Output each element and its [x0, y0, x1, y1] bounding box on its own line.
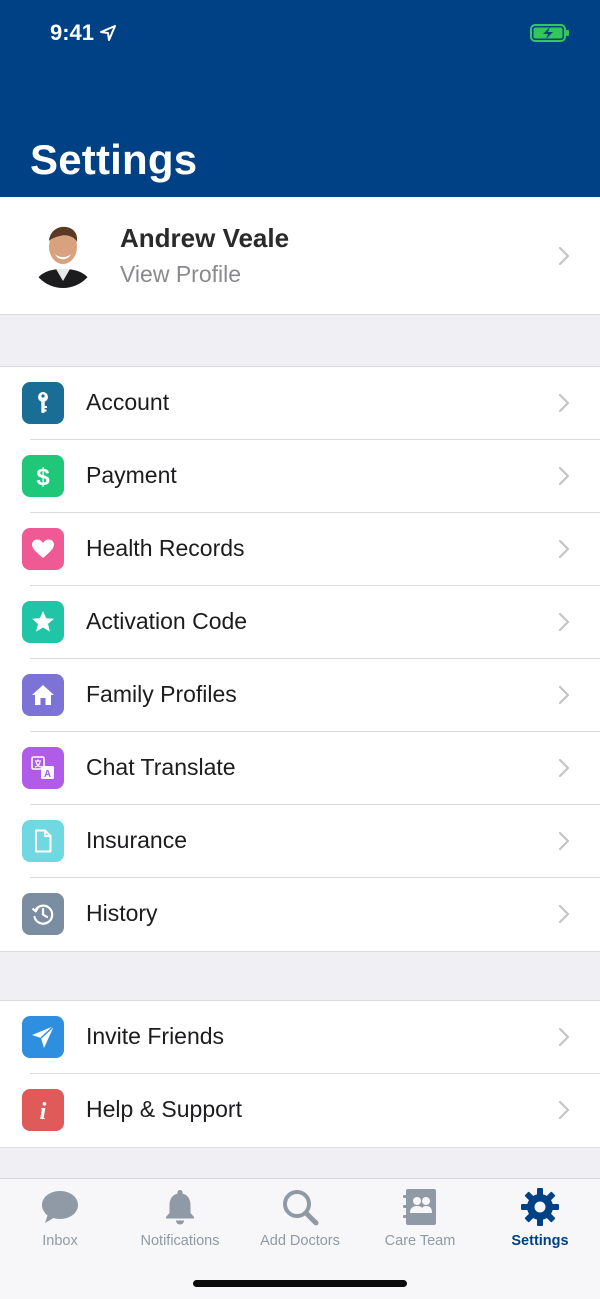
tab-settings[interactable]: Settings: [480, 1179, 600, 1259]
svg-text:A: A: [44, 769, 51, 780]
avatar: [30, 222, 96, 288]
star-icon: [22, 601, 64, 643]
tab-label: Care Team: [384, 1233, 456, 1249]
menu-item-chat-translate[interactable]: A Chat Translate: [0, 732, 600, 805]
chevron-right-icon: [558, 758, 570, 778]
svg-text:i: i: [40, 1099, 47, 1123]
home-indicator: [193, 1280, 407, 1287]
tab-label: Add Doctors: [260, 1233, 340, 1249]
tab-add-doctors[interactable]: Add Doctors: [240, 1179, 360, 1259]
profile-row[interactable]: Andrew Veale View Profile: [0, 197, 600, 315]
menu-item-label: Insurance: [86, 827, 188, 853]
menu-item-label: Payment: [86, 462, 177, 488]
chevron-right-icon: [558, 539, 570, 559]
menu-item-label: Health Records: [86, 535, 245, 561]
menu-item-invite-friends[interactable]: Invite Friends: [0, 1001, 600, 1074]
menu-item-help-support[interactable]: i Help & Support: [0, 1074, 600, 1147]
chevron-right-icon: [558, 393, 570, 413]
battery-charging-icon: [530, 24, 569, 42]
menu-item-label: Family Profiles: [86, 681, 237, 707]
menu-item-label: Chat Translate: [86, 754, 236, 780]
menu-item-label: Account: [86, 389, 170, 415]
menu-item-label: Activation Code: [86, 608, 248, 634]
chevron-right-icon: [558, 1027, 570, 1047]
dollar-icon: $: [22, 455, 64, 497]
tab-inbox[interactable]: Inbox: [0, 1179, 120, 1259]
menu-item-account[interactable]: Account: [0, 367, 600, 440]
profile-name: Andrew Veale: [120, 223, 290, 253]
menu-item-label: Help & Support: [86, 1096, 242, 1122]
settings-menu-group: Account $ Payment Health Records Activat…: [0, 366, 600, 952]
tab-notifications[interactable]: Notifications: [120, 1179, 240, 1259]
menu-item-family-profiles[interactable]: Family Profiles: [0, 659, 600, 732]
tab-label: Inbox: [42, 1233, 78, 1249]
heart-icon: [22, 528, 64, 570]
contacts-icon: [400, 1187, 440, 1227]
chevron-right-icon: [558, 612, 570, 632]
page-title: Settings: [30, 136, 198, 183]
chevron-right-icon: [558, 685, 570, 705]
chevron-right-icon: [558, 831, 570, 851]
support-menu-group: Invite Friends i Help & Support: [0, 1000, 600, 1148]
menu-item-health-records[interactable]: Health Records: [0, 513, 600, 586]
translate-icon: A: [22, 747, 64, 789]
menu-item-history[interactable]: History: [0, 878, 600, 951]
tab-label: Settings: [511, 1233, 569, 1249]
info-icon: i: [22, 1089, 64, 1131]
menu-item-payment[interactable]: $ Payment: [0, 440, 600, 513]
header: 9:41 Settings: [0, 0, 600, 197]
search-icon: [280, 1187, 320, 1227]
menu-item-insurance[interactable]: Insurance: [0, 805, 600, 878]
menu-item-label: Invite Friends: [86, 1023, 225, 1049]
menu-item-activation-code[interactable]: Activation Code: [0, 586, 600, 659]
bell-icon: [160, 1187, 200, 1227]
location-arrow-icon: [100, 25, 117, 41]
view-profile-link[interactable]: View Profile: [120, 261, 241, 288]
paper-plane-icon: [22, 1016, 64, 1058]
gear-icon: [520, 1187, 560, 1227]
chevron-right-icon: [558, 246, 570, 266]
key-icon: [22, 382, 64, 424]
menu-item-label: History: [86, 900, 158, 926]
tab-care-team[interactable]: Care Team: [360, 1179, 480, 1259]
tab-label: Notifications: [140, 1233, 220, 1249]
chat-bubble-icon: [40, 1187, 80, 1227]
home-icon: [22, 674, 64, 716]
history-icon: [22, 893, 64, 935]
chevron-right-icon: [558, 466, 570, 486]
document-icon: [22, 820, 64, 862]
status-time: 9:41: [50, 20, 117, 46]
chevron-right-icon: [558, 1100, 570, 1120]
chevron-right-icon: [558, 904, 570, 924]
svg-text:$: $: [36, 464, 50, 489]
